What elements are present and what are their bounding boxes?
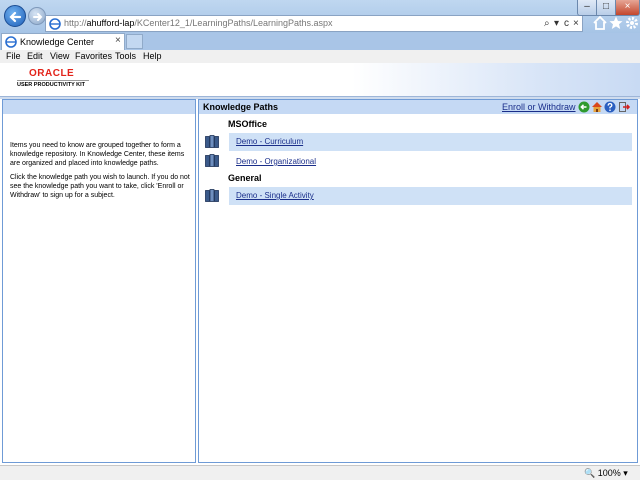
zoom-icon: 🔍 — [584, 468, 596, 478]
knowledge-paths-pane: Knowledge Paths Enroll or Withdraw MSOff… — [198, 99, 638, 463]
address-bar[interactable]: http://ahufford-lap/KCenter12_1/Learning… — [45, 15, 583, 32]
forward-button[interactable] — [28, 7, 46, 25]
minimize-button[interactable]: – — [577, 0, 597, 16]
knowledge-paths-header: Knowledge Paths Enroll or Withdraw — [199, 100, 637, 114]
group-heading-msoffice: MSOffice — [228, 119, 268, 129]
stop-icon[interactable]: × — [573, 17, 579, 30]
instruction-text: Click the knowledge path you wish to lau… — [10, 174, 190, 199]
browser-toolbar: http://ahufford-lap/KCenter12_1/Learning… — [0, 0, 640, 33]
page-title: Knowledge Paths — [203, 102, 279, 112]
search-icon[interactable]: ⌕ — [544, 17, 550, 30]
help-icon[interactable] — [604, 101, 616, 113]
knowledge-path-row[interactable]: Demo - Organizational — [229, 153, 632, 171]
oracle-logo: ORACLE — [29, 68, 75, 79]
tab-label: Knowledge Center — [20, 37, 95, 47]
menu-edit[interactable]: Edit — [27, 50, 43, 63]
exit-icon[interactable] — [618, 101, 630, 113]
knowledge-path-link[interactable]: Demo - Single Activity — [236, 191, 314, 201]
zoom-control[interactable]: 🔍 100% ▾ — [584, 467, 628, 479]
menu-favorites[interactable]: Favorites — [75, 50, 112, 63]
info-pane-header — [3, 100, 195, 114]
maximize-button[interactable]: □ — [596, 0, 616, 16]
tab-knowledge-center[interactable]: Knowledge Center × — [1, 33, 125, 50]
gear-icon[interactable] — [624, 15, 640, 31]
tab-strip: Knowledge Center × — [0, 33, 640, 50]
knowledge-path-row[interactable]: Demo - Curriculum — [229, 133, 632, 151]
menu-help[interactable]: Help — [143, 50, 162, 63]
status-bar: 🔍 100% ▾ — [0, 465, 640, 480]
zoom-dropdown-icon[interactable]: ▾ — [623, 468, 628, 478]
go-arrow-icon[interactable] — [578, 101, 590, 113]
knowledge-path-row[interactable]: Demo - Single Activity — [229, 187, 632, 205]
group-heading-general: General — [228, 173, 262, 183]
close-window-button[interactable]: × — [615, 0, 640, 16]
logo-divider — [17, 80, 89, 81]
book-icon — [205, 135, 219, 148]
refresh-icon[interactable]: c — [564, 17, 569, 30]
back-arrow-icon — [9, 11, 22, 23]
tab-close-icon[interactable]: × — [115, 35, 121, 47]
intro-text: Items you need to know are grouped toget… — [10, 142, 185, 167]
page-header: ORACLE USER PRODUCTIVITY KIT — [0, 63, 640, 97]
info-pane: Items you need to know are grouped toget… — [2, 99, 196, 463]
knowledge-path-link[interactable]: Demo - Curriculum — [236, 137, 303, 147]
enroll-withdraw-link[interactable]: Enroll or Withdraw — [502, 101, 576, 113]
zoom-level: 100% — [597, 468, 621, 478]
menu-view[interactable]: View — [50, 50, 69, 63]
address-url[interactable]: http://ahufford-lap/KCenter12_1/Learning… — [64, 17, 333, 30]
menu-tools[interactable]: Tools — [115, 50, 136, 63]
knowledge-path-link[interactable]: Demo - Organizational — [236, 157, 316, 167]
address-dropdown-icon[interactable]: ▾ — [554, 17, 559, 30]
book-icon — [205, 154, 219, 167]
home-icon[interactable] — [592, 15, 608, 31]
menu-file[interactable]: File — [6, 50, 21, 63]
back-button[interactable] — [4, 5, 26, 27]
ie-page-icon — [5, 36, 17, 48]
book-icon — [205, 189, 219, 202]
new-tab-button[interactable] — [126, 34, 143, 49]
menu-bar: File Edit View Favorites Tools Help — [0, 50, 640, 63]
star-icon[interactable] — [608, 15, 624, 31]
home-icon[interactable] — [591, 101, 603, 113]
product-name: USER PRODUCTIVITY KIT — [17, 82, 86, 88]
ie-page-icon — [49, 18, 61, 30]
